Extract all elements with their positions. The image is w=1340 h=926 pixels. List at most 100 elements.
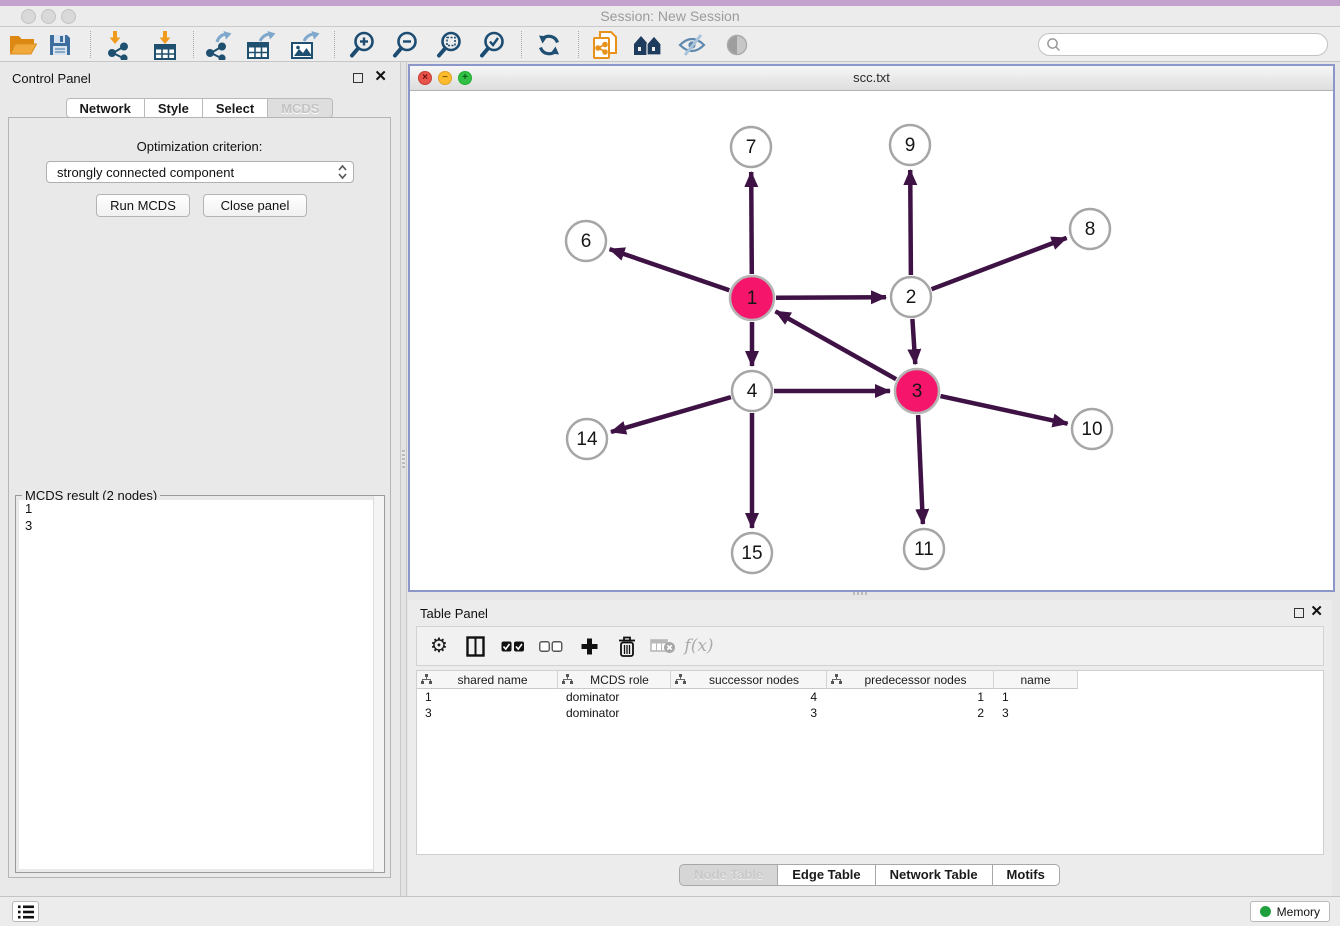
graph-edge-1-2[interactable] [776,297,886,298]
tab-edge-table[interactable]: Edge Table [777,864,875,886]
table-row[interactable]: 3dominator323 [417,705,1323,721]
graph-node-15[interactable]: 15 [732,533,772,573]
zoom-out-icon [390,30,420,60]
table-cell[interactable]: 2 [827,705,994,721]
import-network-icon [106,30,134,60]
graph-edge-3-10[interactable] [941,396,1068,424]
graph-node-6[interactable]: 6 [566,221,606,261]
delete-column-button[interactable] [611,627,643,665]
optimization-criterion-label: Optimization criterion: [9,139,390,154]
criterion-dropdown[interactable]: strongly connected component [46,161,354,183]
tab-node-table[interactable]: Node Table [679,864,778,886]
hide-graphics-button[interactable] [675,29,709,60]
graph-node-11[interactable]: 11 [904,529,944,569]
graph-node-7[interactable]: 7 [731,127,771,167]
column-header-shared-name[interactable]: shared name [417,671,558,689]
table-cell[interactable]: 1 [827,689,994,705]
tab-network[interactable]: Network [66,98,145,118]
zoom-in-button[interactable] [345,29,379,60]
refresh-view-button[interactable] [532,29,566,60]
table-row[interactable]: 1dominator411 [417,689,1323,705]
graph-node-14[interactable]: 14 [567,419,607,459]
tab-mcds[interactable]: MCDS [267,98,333,118]
minimize-network-window-button[interactable]: − [438,71,452,85]
divider-grip[interactable] [402,450,405,468]
table-cell[interactable]: 3 [671,705,827,721]
tab-network-table[interactable]: Network Table [875,864,993,886]
show-columns-button[interactable] [459,627,491,665]
zoom-selected-button[interactable] [475,29,509,60]
column-header-successor-nodes[interactable]: successor nodes [671,671,827,689]
graph-edge-1-6[interactable] [610,249,730,290]
select-all-columns-button[interactable] [497,627,529,665]
import-table-button[interactable] [148,29,182,60]
maximize-network-window-button[interactable]: + [458,71,472,85]
close-window-button[interactable] [21,9,36,24]
function-builder-button[interactable]: f(x) [683,627,715,665]
export-network-button[interactable] [201,29,235,60]
show-graphics-button[interactable] [720,29,754,60]
zoom-out-button[interactable] [388,29,422,60]
graph-node-4[interactable]: 4 [732,371,772,411]
graph-edge-4-14[interactable] [611,397,731,432]
ndex-button[interactable] [631,29,665,60]
graph-node-2[interactable]: 2 [891,277,931,317]
graph-edge-3-1[interactable] [776,311,897,379]
table-cell[interactable]: dominator [558,705,671,721]
search-input[interactable] [1038,33,1328,56]
zoom-fit-button[interactable] [432,29,466,60]
delete-table-button[interactable] [647,627,679,665]
table-cell[interactable]: 3 [417,705,558,721]
import-network-button[interactable] [103,29,137,60]
float-panel-icon[interactable] [353,73,363,83]
export-image-button[interactable] [288,29,322,60]
column-header-mcds-role[interactable]: MCDS role [558,671,671,689]
save-session-button[interactable] [43,29,77,60]
tab-style[interactable]: Style [144,98,203,118]
open-session-button[interactable] [5,29,39,60]
maximize-window-button[interactable] [61,9,76,24]
table-settings-button[interactable]: ⚙ [423,627,455,665]
graph-node-10[interactable]: 10 [1072,409,1112,449]
close-panel-icon[interactable]: ✕ [374,68,387,86]
graph-edge-1-7[interactable] [751,172,752,274]
unselect-all-columns-button[interactable] [535,627,567,665]
create-column-button[interactable] [573,627,605,665]
graph-node-8[interactable]: 8 [1070,209,1110,249]
column-header-predecessor-nodes[interactable]: predecessor nodes [827,671,994,689]
mcds-result-list[interactable]: 13 [19,500,381,869]
network-window-titlebar[interactable]: × − + scc.txt [410,66,1333,91]
export-table-button[interactable] [244,29,278,60]
tab-select[interactable]: Select [202,98,268,118]
network-graph[interactable]: 1 2 3 4 6 7 8 9 10 11 14 15 [410,91,1333,590]
graph-edge-3-11[interactable] [918,415,923,524]
table-cell[interactable]: dominator [558,689,671,705]
column-header-name[interactable]: name [994,671,1078,689]
graph-edge-2-8[interactable] [932,238,1067,289]
close-panel-button[interactable]: Close panel [203,194,307,217]
cybrowser-button[interactable] [588,29,622,60]
graph-node-3[interactable]: 3 [895,369,939,413]
vertical-split-divider[interactable] [400,62,407,896]
graph-node-1[interactable]: 1 [730,276,774,320]
zoom-selected-icon [477,30,507,60]
close-table-panel-icon[interactable]: ✕ [1310,603,1323,621]
close-network-window-button[interactable]: × [418,71,432,85]
table-cell[interactable]: 1 [994,689,1078,705]
network-window-title: scc.txt [410,66,1333,90]
result-scrollbar[interactable] [373,496,384,872]
table-cell[interactable]: 4 [671,689,827,705]
task-history-button[interactable] [12,901,39,922]
float-table-panel-icon[interactable] [1294,608,1304,618]
minimize-window-button[interactable] [41,9,56,24]
tab-motifs[interactable]: Motifs [992,864,1060,886]
tree-hierarchy-icon [675,674,686,685]
run-mcds-button[interactable]: Run MCDS [96,194,190,217]
graph-edge-2-9[interactable] [910,170,911,275]
graph-edge-2-3[interactable] [912,319,915,364]
table-cell[interactable]: 1 [417,689,558,705]
memory-button[interactable]: Memory [1250,901,1330,922]
graph-node-9[interactable]: 9 [890,125,930,165]
table-cell[interactable]: 3 [994,705,1078,721]
unchecked-boxes-icon [539,641,563,652]
